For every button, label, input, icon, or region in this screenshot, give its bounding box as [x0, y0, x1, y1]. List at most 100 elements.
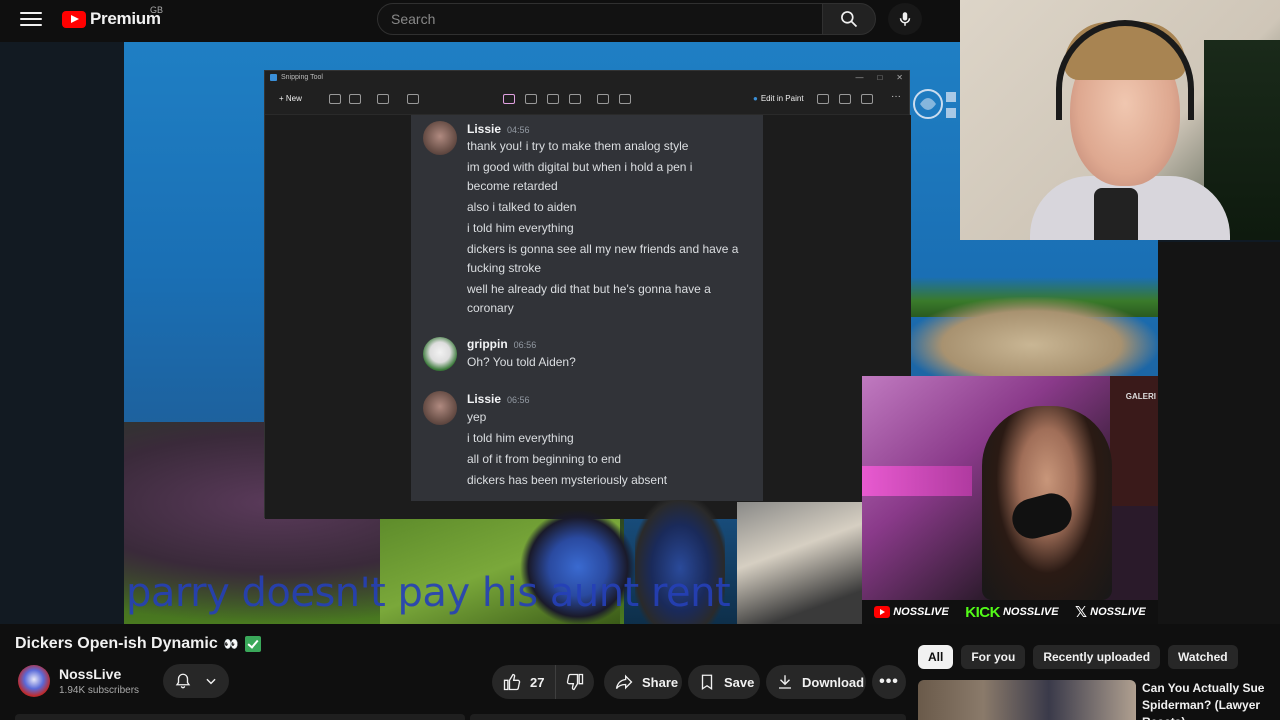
- youtube-watch-page: Premium GB Snipping Tool — □ ✕: [0, 0, 1280, 720]
- username: Lissie: [467, 122, 502, 136]
- search-box: [377, 3, 823, 35]
- video-icon: [349, 94, 361, 104]
- rectangle-icon: [377, 94, 389, 104]
- timestamp: 06:56: [507, 395, 530, 405]
- text-actions-icon: [619, 94, 631, 104]
- streamer-webcam: GALERI: [862, 376, 1158, 600]
- chat-line: fucking stroke: [467, 261, 542, 275]
- channel-name[interactable]: NossLive: [59, 666, 121, 682]
- avatar: [423, 337, 457, 371]
- filter-chips: All For you Recently uploaded Watched: [918, 645, 1238, 669]
- youtube-premium-logo[interactable]: Premium GB: [62, 5, 163, 29]
- person-image: [737, 502, 863, 624]
- chip-recently-uploaded[interactable]: Recently uploaded: [1033, 645, 1161, 669]
- pen-icon: [503, 94, 515, 104]
- shapes-icon: [569, 94, 581, 104]
- search-icon: [841, 11, 858, 28]
- menu-button[interactable]: [18, 8, 44, 30]
- chat-line: all of it from beginning to end: [467, 452, 622, 466]
- chat-line: Oh? You told Aiden?: [467, 355, 576, 369]
- save-button[interactable]: Save: [688, 665, 760, 699]
- snip-new-button: + New: [279, 94, 302, 103]
- more-horizontal-icon: •••: [879, 673, 899, 690]
- download-icon: [779, 675, 791, 689]
- share-icon: [861, 94, 873, 104]
- chevron-down-icon: [206, 678, 216, 685]
- chip-all[interactable]: All: [918, 645, 954, 669]
- recommended-title[interactable]: Can You Actually Sue Spiderman? (Lawyer …: [1142, 680, 1278, 720]
- thumbs-down-icon: [566, 673, 584, 691]
- discord-chat-screenshot: Lissie 04:56 thank you! i try to make the…: [411, 115, 763, 501]
- chat-line: dickers has been mysteriously absent: [467, 473, 668, 487]
- more-actions-button[interactable]: •••: [872, 665, 906, 699]
- timestamp: 04:56: [507, 125, 530, 135]
- social-handles-bar: NOSSLIVE KICK NOSSLIVE 𝕏 NOSSLIVE: [862, 600, 1158, 624]
- crop-icon: [597, 94, 609, 104]
- share-icon: [615, 674, 633, 690]
- eraser-icon: [547, 94, 559, 104]
- like-dislike-group: 27: [492, 665, 594, 699]
- chat-line: i told him everything: [467, 221, 574, 235]
- chat-line: thank you! i try to make them analog sty…: [467, 139, 689, 153]
- seal-image: [905, 297, 1158, 377]
- museum-logo-icon: [913, 89, 956, 119]
- kick-icon: KICK: [965, 603, 1000, 621]
- maximize-icon: □: [877, 73, 883, 82]
- bell-icon: [176, 673, 191, 689]
- eyes-emoji-icon: 👀: [223, 637, 239, 651]
- chat-line: also i talked to aiden: [467, 200, 577, 214]
- social-youtube: NOSSLIVE: [874, 606, 949, 618]
- search-input[interactable]: [378, 4, 822, 34]
- microphone: [1094, 188, 1138, 240]
- video-title: Dickers Open-ish Dynamic 👀: [15, 635, 261, 653]
- chat-line: im good with digital but when i hold a p…: [467, 160, 693, 174]
- chat-line: become retarded: [467, 179, 558, 193]
- chat-line: well he already did that but he's gonna …: [467, 282, 711, 296]
- youtube-icon: [874, 606, 891, 618]
- chat-line: coronary: [467, 301, 514, 315]
- voice-search-button[interactable]: [888, 3, 922, 35]
- timestamp: 06:56: [513, 340, 537, 350]
- like-count: 27: [530, 674, 545, 690]
- snipping-toolbar: + New Edit in Paint ···: [265, 85, 909, 115]
- highlighter-icon: [525, 94, 537, 104]
- minimize-icon: —: [855, 73, 864, 82]
- download-button[interactable]: Download: [766, 665, 866, 699]
- notifications-button[interactable]: [163, 664, 229, 698]
- chat-line: yep: [467, 410, 487, 424]
- search-button[interactable]: [822, 3, 876, 35]
- recommended-thumbnail[interactable]: [918, 680, 1136, 720]
- dislike-button[interactable]: [556, 672, 594, 692]
- camera-icon: [329, 94, 341, 104]
- thumbs-up-icon: [503, 673, 521, 691]
- chat-line: i told him everything: [467, 431, 574, 445]
- copy-icon: [839, 94, 851, 104]
- snipping-tool-title: Snipping Tool: [265, 71, 909, 85]
- social-x: 𝕏 NOSSLIVE: [1075, 604, 1146, 621]
- chip-watched[interactable]: Watched: [1168, 645, 1238, 669]
- like-button[interactable]: 27: [492, 665, 556, 699]
- check-emoji-icon: [244, 636, 261, 652]
- snipping-tool-window: Snipping Tool — □ ✕ + New Edit in Paint: [264, 70, 911, 519]
- bookmark-icon: [701, 674, 713, 691]
- snip-canvas: Lissie 04:56 thank you! i try to make the…: [265, 115, 911, 519]
- chat-line: dickers is gonna see all my new friends …: [467, 242, 739, 256]
- chip-for-you[interactable]: For you: [961, 645, 1026, 669]
- region-code: GB: [150, 5, 164, 15]
- more-icon: ···: [891, 91, 901, 102]
- facecam-overlay: [960, 0, 1280, 240]
- x-icon: 𝕏: [1075, 604, 1088, 621]
- top-bar: Premium GB: [0, 0, 960, 40]
- timer-icon: [407, 94, 419, 104]
- username: Lissie: [467, 392, 502, 406]
- hamburger-icon: [20, 12, 42, 14]
- share-button[interactable]: Share: [604, 665, 682, 699]
- username: grippin: [467, 337, 508, 351]
- microphone-icon: [899, 12, 911, 26]
- save-icon: [817, 94, 829, 104]
- subscriber-count: 1.94K subscribers: [59, 685, 140, 696]
- channel-avatar[interactable]: [18, 665, 50, 697]
- avatar: [423, 121, 457, 155]
- overlay-caption: parry doesn't pay his aunt rent: [126, 570, 731, 616]
- youtube-logo-icon: [62, 10, 86, 28]
